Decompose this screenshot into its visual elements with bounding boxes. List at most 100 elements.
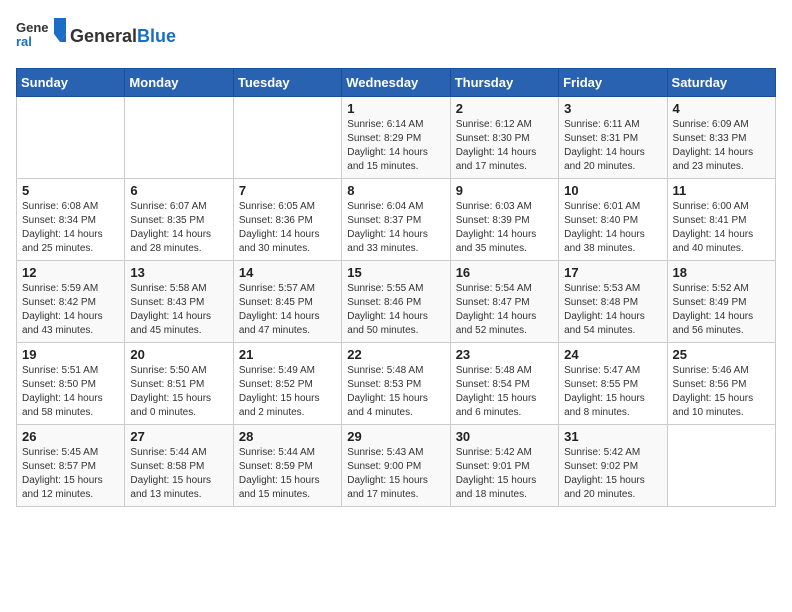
day-number: 17 [564, 265, 661, 280]
calendar-cell: 11 Sunrise: 6:00 AM Sunset: 8:41 PM Dayli… [667, 179, 775, 261]
header-saturday: Saturday [667, 69, 775, 97]
calendar-week-row: 19 Sunrise: 5:51 AM Sunset: 8:50 PM Dayli… [17, 343, 776, 425]
calendar-cell: 21 Sunrise: 5:49 AM Sunset: 8:52 PM Dayli… [233, 343, 341, 425]
day-number: 8 [347, 183, 444, 198]
logo-svg: Gene ral [16, 16, 66, 56]
calendar-cell: 2Sunrise: 6:12 AM Sunset: 8:30 PM Daylig… [450, 97, 558, 179]
day-number: 7 [239, 183, 336, 198]
day-info: Sunrise: 6:01 AM Sunset: 8:40 PM Dayligh… [564, 200, 661, 256]
day-info: Sunrise: 6:14 AM Sunset: 8:29 PM Dayligh… [347, 118, 444, 174]
day-info: Sunrise: 5:47 AM Sunset: 8:55 PM Dayligh… [564, 364, 661, 420]
day-info: Sunrise: 5:42 AM Sunset: 9:01 PM Dayligh… [456, 446, 553, 502]
day-info: Sunrise: 5:49 AM Sunset: 8:52 PM Dayligh… [239, 364, 336, 420]
day-info: Sunrise: 5:45 AM Sunset: 8:57 PM Dayligh… [22, 446, 119, 502]
day-info: Sunrise: 6:11 AM Sunset: 8:31 PM Dayligh… [564, 118, 661, 174]
calendar-cell: 14 Sunrise: 5:57 AM Sunset: 8:45 PM Dayli… [233, 261, 341, 343]
day-number: 26 [22, 429, 119, 444]
calendar-cell: 17 Sunrise: 5:53 AM Sunset: 8:48 PM Dayli… [559, 261, 667, 343]
day-info: Sunrise: 6:00 AM Sunset: 8:41 PM Dayligh… [673, 200, 770, 256]
day-info: Sunrise: 5:48 AM Sunset: 8:54 PM Dayligh… [456, 364, 553, 420]
logo-blue: Blue [137, 26, 176, 46]
calendar-week-row: 12Sunrise: 5:59 AM Sunset: 8:42 PM Dayli… [17, 261, 776, 343]
calendar-cell: 16 Sunrise: 5:54 AM Sunset: 8:47 PM Dayli… [450, 261, 558, 343]
day-info: Sunrise: 5:50 AM Sunset: 8:51 PM Dayligh… [130, 364, 227, 420]
day-number: 15 [347, 265, 444, 280]
day-info: Sunrise: 5:44 AM Sunset: 8:58 PM Dayligh… [130, 446, 227, 502]
calendar-cell: 4 Sunrise: 6:09 AM Sunset: 8:33 PM Daylig… [667, 97, 775, 179]
calendar-week-row: 5 Sunrise: 6:08 AM Sunset: 8:34 PM Daylig… [17, 179, 776, 261]
calendar-week-row: 1 Sunrise: 6:14 AM Sunset: 8:29 PM Daylig… [17, 97, 776, 179]
day-info: Sunrise: 6:03 AM Sunset: 8:39 PM Dayligh… [456, 200, 553, 256]
day-number: 13 [130, 265, 227, 280]
day-info: Sunrise: 5:54 AM Sunset: 8:47 PM Dayligh… [456, 282, 553, 338]
calendar-cell: 15 Sunrise: 5:55 AM Sunset: 8:46 PM Dayli… [342, 261, 450, 343]
calendar-cell: 26 Sunrise: 5:45 AM Sunset: 8:57 PM Dayli… [17, 425, 125, 507]
svg-text:ral: ral [16, 34, 32, 49]
day-info: Sunrise: 5:48 AM Sunset: 8:53 PM Dayligh… [347, 364, 444, 420]
day-number: 16 [456, 265, 553, 280]
day-info: Sunrise: 6:12 AM Sunset: 8:30 PM Dayligh… [456, 118, 553, 174]
calendar-cell [233, 97, 341, 179]
calendar-header-row: SundayMondayTuesdayWednesdayThursdayFrid… [17, 69, 776, 97]
calendar-table: SundayMondayTuesdayWednesdayThursdayFrid… [16, 68, 776, 507]
header-tuesday: Tuesday [233, 69, 341, 97]
day-info: Sunrise: 5:53 AM Sunset: 8:48 PM Dayligh… [564, 282, 661, 338]
calendar-cell: 20 Sunrise: 5:50 AM Sunset: 8:51 PM Dayli… [125, 343, 233, 425]
day-number: 10 [564, 183, 661, 198]
day-number: 19 [22, 347, 119, 362]
header-sunday: Sunday [17, 69, 125, 97]
calendar-cell: 9Sunrise: 6:03 AM Sunset: 8:39 PM Daylig… [450, 179, 558, 261]
header-friday: Friday [559, 69, 667, 97]
day-number: 6 [130, 183, 227, 198]
calendar-cell [125, 97, 233, 179]
calendar-cell: 29Sunrise: 5:43 AM Sunset: 9:00 PM Dayli… [342, 425, 450, 507]
calendar-cell: 31 Sunrise: 5:42 AM Sunset: 9:02 PM Dayli… [559, 425, 667, 507]
day-info: Sunrise: 6:04 AM Sunset: 8:37 PM Dayligh… [347, 200, 444, 256]
day-info: Sunrise: 6:09 AM Sunset: 8:33 PM Dayligh… [673, 118, 770, 174]
calendar-cell: 18 Sunrise: 5:52 AM Sunset: 8:49 PM Dayli… [667, 261, 775, 343]
day-info: Sunrise: 5:52 AM Sunset: 8:49 PM Dayligh… [673, 282, 770, 338]
day-info: Sunrise: 5:43 AM Sunset: 9:00 PM Dayligh… [347, 446, 444, 502]
logo: Gene ral GeneralBlue [16, 16, 176, 56]
calendar-cell: 30 Sunrise: 5:42 AM Sunset: 9:01 PM Dayli… [450, 425, 558, 507]
day-info: Sunrise: 6:05 AM Sunset: 8:36 PM Dayligh… [239, 200, 336, 256]
calendar-cell: 7 Sunrise: 6:05 AM Sunset: 8:36 PM Daylig… [233, 179, 341, 261]
day-number: 18 [673, 265, 770, 280]
header-monday: Monday [125, 69, 233, 97]
svg-text:Gene: Gene [16, 20, 49, 35]
day-info: Sunrise: 5:57 AM Sunset: 8:45 PM Dayligh… [239, 282, 336, 338]
day-number: 25 [673, 347, 770, 362]
day-number: 31 [564, 429, 661, 444]
calendar-cell [17, 97, 125, 179]
calendar-cell: 8 Sunrise: 6:04 AM Sunset: 8:37 PM Daylig… [342, 179, 450, 261]
calendar-cell: 24Sunrise: 5:47 AM Sunset: 8:55 PM Dayli… [559, 343, 667, 425]
day-number: 20 [130, 347, 227, 362]
day-number: 5 [22, 183, 119, 198]
day-info: Sunrise: 5:44 AM Sunset: 8:59 PM Dayligh… [239, 446, 336, 502]
day-number: 22 [347, 347, 444, 362]
calendar-cell: 25Sunrise: 5:46 AM Sunset: 8:56 PM Dayli… [667, 343, 775, 425]
calendar-cell [667, 425, 775, 507]
day-number: 4 [673, 101, 770, 116]
day-info: Sunrise: 5:51 AM Sunset: 8:50 PM Dayligh… [22, 364, 119, 420]
calendar-cell: 3Sunrise: 6:11 AM Sunset: 8:31 PM Daylig… [559, 97, 667, 179]
header-thursday: Thursday [450, 69, 558, 97]
header-wednesday: Wednesday [342, 69, 450, 97]
page-header: Gene ral GeneralBlue [16, 16, 776, 56]
logo-general: General [70, 26, 137, 46]
day-info: Sunrise: 5:55 AM Sunset: 8:46 PM Dayligh… [347, 282, 444, 338]
day-number: 21 [239, 347, 336, 362]
calendar-week-row: 26 Sunrise: 5:45 AM Sunset: 8:57 PM Dayli… [17, 425, 776, 507]
calendar-cell: 6Sunrise: 6:07 AM Sunset: 8:35 PM Daylig… [125, 179, 233, 261]
day-number: 27 [130, 429, 227, 444]
day-info: Sunrise: 5:59 AM Sunset: 8:42 PM Dayligh… [22, 282, 119, 338]
calendar-cell: 19 Sunrise: 5:51 AM Sunset: 8:50 PM Dayli… [17, 343, 125, 425]
day-info: Sunrise: 5:42 AM Sunset: 9:02 PM Dayligh… [564, 446, 661, 502]
day-number: 14 [239, 265, 336, 280]
day-number: 30 [456, 429, 553, 444]
calendar-cell: 27 Sunrise: 5:44 AM Sunset: 8:58 PM Dayli… [125, 425, 233, 507]
day-number: 1 [347, 101, 444, 116]
calendar-cell: 10 Sunrise: 6:01 AM Sunset: 8:40 PM Dayli… [559, 179, 667, 261]
day-number: 11 [673, 183, 770, 198]
day-info: Sunrise: 6:08 AM Sunset: 8:34 PM Dayligh… [22, 200, 119, 256]
